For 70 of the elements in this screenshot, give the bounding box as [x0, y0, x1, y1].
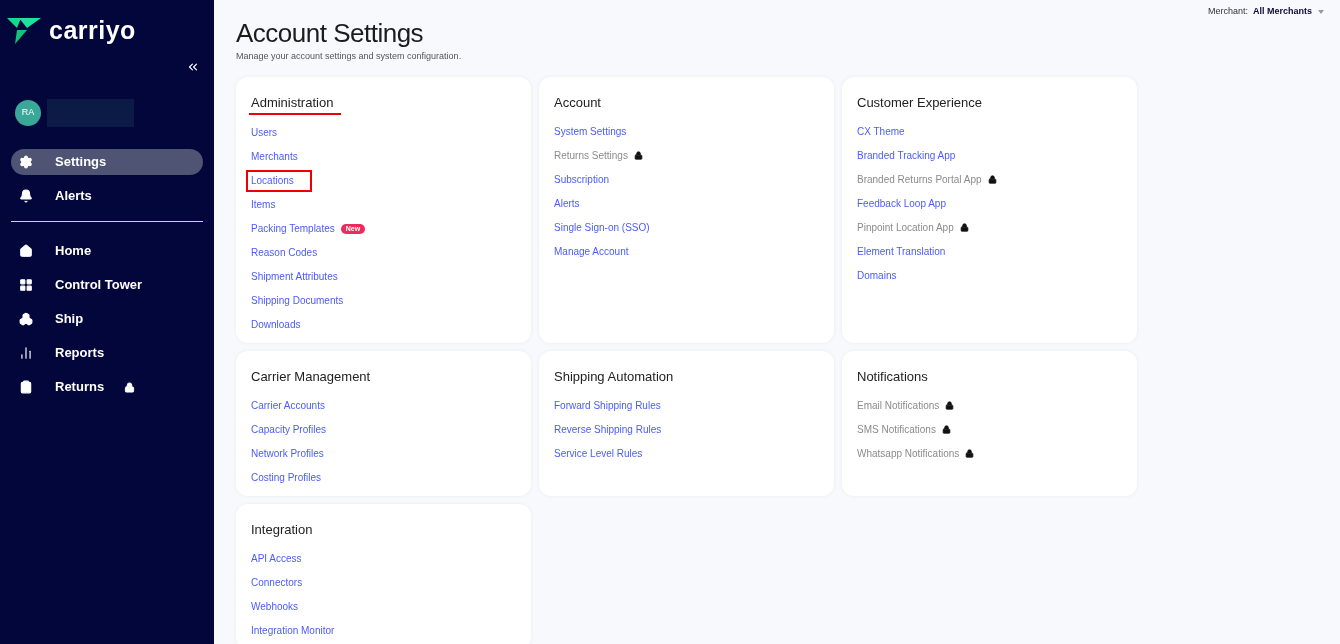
- nav-item[interactable]: Home: [11, 238, 203, 264]
- settings-link[interactable]: SMS Notifications: [857, 422, 936, 437]
- settings-link[interactable]: Users: [251, 125, 278, 140]
- page-subtitle: Manage your account settings and system configuration.: [236, 50, 463, 63]
- settings-link[interactable]: CX Theme: [857, 124, 905, 139]
- nav-item[interactable]: Ship: [11, 306, 203, 332]
- settings-link[interactable]: Capacity Profiles: [251, 422, 327, 437]
- lock-icon: [633, 151, 643, 160]
- settings-link[interactable]: Element Translation: [857, 244, 946, 259]
- settings-link[interactable]: Manage Account: [554, 244, 629, 259]
- settings-link[interactable]: Domains: [857, 268, 897, 283]
- settings-link[interactable]: Items: [251, 197, 276, 212]
- settings-link[interactable]: Integration Monitor: [251, 623, 335, 638]
- clipboard-icon: [19, 380, 33, 394]
- lock-icon: [987, 175, 997, 184]
- nav-item[interactable]: Control Tower: [11, 272, 203, 298]
- settings-link[interactable]: Reason Codes: [251, 245, 318, 260]
- settings-link[interactable]: Branded Tracking App: [857, 148, 956, 163]
- bar-chart-icon: [19, 346, 33, 360]
- settings-link[interactable]: Whatsapp Notifications: [857, 446, 960, 461]
- section-title: Shipping Automation: [554, 367, 674, 386]
- grid-icon: [19, 278, 33, 292]
- settings-link[interactable]: Alerts: [554, 196, 580, 211]
- settings-link[interactable]: System Settings: [554, 124, 627, 139]
- gear-icon: [19, 155, 33, 169]
- lock-icon: [965, 449, 975, 458]
- lock-icon: [959, 223, 969, 232]
- settings-link[interactable]: Webhooks: [251, 599, 299, 614]
- section-title: Carrier Management: [251, 367, 371, 386]
- settings-link[interactable]: Reverse Shipping Rules: [554, 422, 662, 437]
- user-avatar: RA: [15, 100, 41, 126]
- merchant-label: Merchant:: [1207, 5, 1248, 18]
- section-title: Customer Experience: [857, 93, 982, 112]
- settings-link[interactable]: Feedback Loop App: [857, 196, 946, 211]
- settings-link[interactable]: Merchants: [251, 149, 298, 164]
- logo-icon: [7, 16, 41, 44]
- lock-icon: [941, 425, 951, 434]
- settings-link[interactable]: Single Sign-on (SSO): [554, 220, 650, 235]
- settings-link[interactable]: Service Level Rules: [554, 446, 643, 461]
- collapse-button[interactable]: [186, 60, 200, 74]
- settings-link[interactable]: Shipping Documents: [251, 293, 344, 308]
- section-title: Account: [554, 93, 601, 112]
- home-icon: [19, 244, 33, 258]
- logo-text: carriyo: [49, 17, 136, 43]
- settings-link[interactable]: Costing Profiles: [251, 470, 322, 485]
- settings-link[interactable]: Network Profiles: [251, 446, 324, 461]
- page-title: Account Settings: [236, 17, 425, 49]
- settings-link[interactable]: Shipment Attributes: [251, 269, 338, 284]
- settings-link[interactable]: Downloads: [251, 317, 301, 332]
- settings-link[interactable]: Subscription: [554, 172, 610, 187]
- nav-item[interactable]: Settings: [11, 149, 203, 175]
- nav-item[interactable]: Alerts: [11, 183, 203, 209]
- settings-link[interactable]: Carrier Accounts: [251, 398, 325, 413]
- bell-icon: [19, 189, 33, 203]
- section-title: Administration: [251, 93, 334, 112]
- nav-item[interactable]: Returns: [11, 374, 203, 400]
- section-title: Integration: [251, 520, 313, 539]
- nav-item[interactable]: Reports: [11, 340, 203, 366]
- settings-link[interactable]: Connectors: [251, 575, 303, 590]
- merchant-dropdown[interactable]: All Merchants: [1253, 5, 1324, 19]
- settings-link[interactable]: Returns Settings: [554, 148, 628, 163]
- settings-link[interactable]: Pinpoint Location App: [857, 220, 954, 235]
- settings-link[interactable]: Packing Templates: [251, 221, 335, 236]
- settings-link[interactable]: Email Notifications: [857, 398, 940, 413]
- settings-link[interactable]: API Access: [251, 551, 302, 566]
- section-title: Notifications: [857, 367, 928, 386]
- lock-icon: [945, 401, 955, 410]
- caret-icon: [1318, 9, 1324, 14]
- settings-link[interactable]: Branded Returns Portal App: [857, 172, 982, 187]
- settings-link[interactable]: Forward Shipping Rules: [554, 398, 661, 413]
